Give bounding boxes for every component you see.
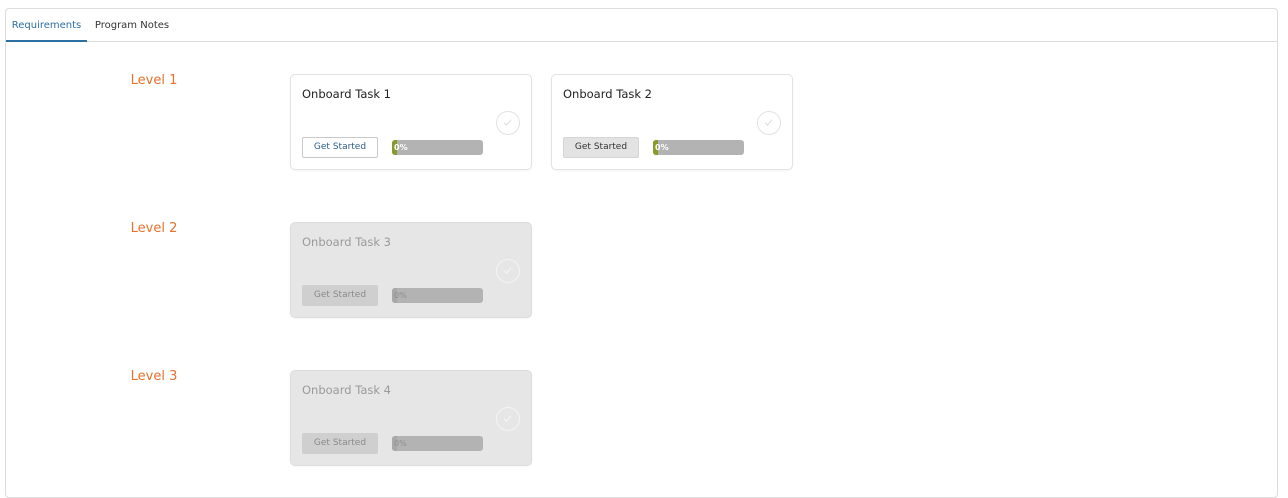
level-1-label: Level 1	[130, 73, 178, 88]
tab-program-notes[interactable]: Program Notes	[92, 9, 172, 42]
progress-percent: 0%	[394, 291, 407, 300]
task-card-3: Onboard Task 3 Get Started 0%	[290, 222, 532, 318]
get-started-button[interactable]: Get Started	[302, 137, 378, 158]
level-2-label: Level 2	[130, 221, 178, 236]
tab-bar: Requirements Program Notes	[6, 9, 1277, 42]
task-title: Onboard Task 2	[563, 87, 652, 101]
tab-requirements[interactable]: Requirements	[6, 9, 87, 42]
level-3-label: Level 3	[130, 369, 178, 384]
task-title: Onboard Task 1	[302, 87, 391, 101]
check-circle-icon	[757, 111, 781, 135]
task-progress-bar: 0%	[653, 140, 744, 155]
get-started-button[interactable]: Get Started	[563, 137, 639, 158]
task-progress-bar: 0%	[392, 140, 483, 155]
progress-percent: 0%	[394, 143, 408, 152]
task-progress-bar: 0%	[392, 288, 483, 303]
task-title: Onboard Task 4	[302, 383, 391, 397]
check-circle-icon	[496, 259, 520, 283]
progress-percent: 0%	[655, 143, 669, 152]
task-card-2: Onboard Task 2 Get Started 0%	[551, 74, 793, 170]
progress-percent: 0%	[394, 439, 407, 448]
task-card-4: Onboard Task 4 Get Started 0%	[290, 370, 532, 466]
task-title: Onboard Task 3	[302, 235, 391, 249]
check-circle-icon	[496, 407, 520, 431]
get-started-button: Get Started	[302, 433, 378, 454]
task-card-1: Onboard Task 1 Get Started 0%	[290, 74, 532, 170]
check-circle-icon	[496, 111, 520, 135]
task-progress-bar: 0%	[392, 436, 483, 451]
get-started-button: Get Started	[302, 285, 378, 306]
